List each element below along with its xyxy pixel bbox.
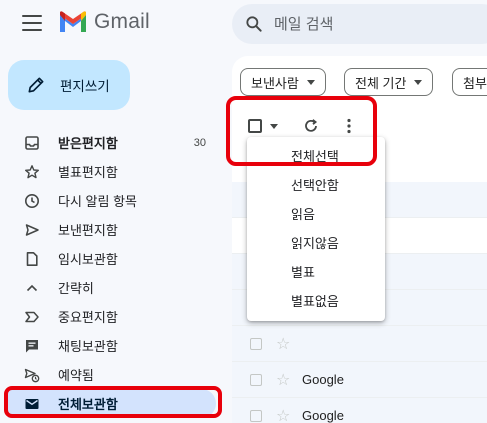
chevron-down-icon	[414, 79, 423, 85]
gmail-m-icon	[60, 11, 86, 32]
filter-sender-chip[interactable]: 보낸사람	[240, 68, 326, 96]
scheduled-send-icon	[24, 367, 40, 383]
select-checkbox[interactable]	[248, 119, 262, 133]
message-sender: Google	[302, 372, 344, 387]
sidebar-nav: 받은편지함 30 별표편지함 다시 알림 항목 보낸편지함 임시보관함 간략히 …	[0, 128, 222, 418]
all-mail-icon	[24, 396, 40, 412]
message-row[interactable]: ☆	[232, 326, 487, 362]
sidebar-item-important[interactable]: 중요편지함	[0, 302, 222, 331]
send-icon	[24, 222, 40, 238]
select-dropdown-menu: 전체선택 선택안함 읽음 읽지않음 별표 별표없음	[247, 137, 385, 321]
sidebar-item-chats[interactable]: 채팅보관함	[0, 331, 222, 360]
sidebar-item-label: 보낸편지함	[58, 223, 118, 238]
filter-date-chip[interactable]: 전체 기간	[344, 68, 434, 96]
sidebar-item-starred[interactable]: 별표편지함	[0, 157, 222, 186]
chevron-down-icon	[306, 79, 315, 85]
sidebar-item-less[interactable]: 간략히	[0, 273, 222, 302]
filter-date-label: 전체 기간	[355, 75, 407, 91]
gmail-logo[interactable]: Gmail	[58, 10, 150, 34]
search-bar[interactable]	[232, 4, 487, 44]
compose-button[interactable]: 편지쓰기	[8, 60, 130, 110]
menu-item-starred[interactable]: 별표	[247, 257, 385, 286]
more-vert-icon[interactable]	[340, 117, 358, 135]
filter-attachment-label: 첨부	[463, 75, 487, 91]
sidebar-item-label: 전체보관함	[58, 397, 118, 412]
message-sender: Google	[302, 408, 344, 423]
sidebar-item-label: 별표편지함	[58, 165, 118, 180]
sidebar-item-scheduled[interactable]: 예약됨	[0, 360, 222, 389]
menu-item-select-none[interactable]: 선택안함	[247, 170, 385, 199]
sidebar-item-drafts[interactable]: 임시보관함	[0, 244, 222, 273]
sidebar-item-label: 예약됨	[58, 368, 94, 383]
clock-icon	[24, 193, 40, 209]
sidebar-item-label: 임시보관함	[58, 252, 118, 267]
star-icon	[24, 164, 40, 180]
important-icon	[24, 309, 40, 325]
gmail-app: Gmail 편지쓰기 받은편지함 30 별표편지함	[0, 0, 487, 423]
draft-icon	[24, 251, 40, 267]
sidebar-item-inbox[interactable]: 받은편지함 30	[0, 128, 222, 157]
select-menu-caret-icon[interactable]	[270, 124, 278, 129]
unread-count: 30	[193, 136, 206, 149]
chevron-up-icon	[24, 280, 40, 296]
menu-item-unread[interactable]: 읽지않음	[247, 228, 385, 257]
main-menu-icon[interactable]	[22, 15, 42, 31]
sidebar-item-sent[interactable]: 보낸편지함	[0, 215, 222, 244]
pencil-icon	[28, 77, 44, 93]
mail-toolbar	[232, 112, 487, 140]
inbox-icon	[24, 135, 40, 151]
star-icon[interactable]: ☆	[276, 370, 290, 390]
search-icon[interactable]	[244, 14, 264, 34]
menu-item-unstarred[interactable]: 별표없음	[247, 286, 385, 315]
star-icon[interactable]: ☆	[276, 406, 290, 423]
sidebar-item-label: 간략히	[58, 281, 94, 296]
row-checkbox[interactable]	[250, 409, 262, 422]
app-name: Gmail	[94, 10, 150, 33]
sidebar-item-label: 채팅보관함	[58, 339, 118, 354]
sidebar-item-all-mail[interactable]: 전체보관함	[8, 389, 216, 418]
filter-sender-label: 보낸사람	[251, 75, 299, 91]
message-row[interactable]: ☆ Google	[232, 398, 487, 423]
search-input[interactable]	[274, 15, 474, 33]
row-checkbox[interactable]	[250, 337, 262, 350]
star-icon[interactable]: ☆	[276, 334, 290, 354]
menu-item-read[interactable]: 읽음	[247, 199, 385, 228]
menu-item-select-all[interactable]: 전체선택	[247, 141, 385, 170]
sidebar-item-label: 다시 알림 항목	[58, 194, 137, 209]
compose-label: 편지쓰기	[60, 79, 110, 94]
row-checkbox[interactable]	[250, 373, 262, 386]
refresh-icon[interactable]	[302, 117, 320, 135]
message-row[interactable]: ☆ Google	[232, 362, 487, 398]
chat-icon	[24, 338, 40, 354]
sidebar-item-label: 받은편지함	[58, 136, 118, 151]
filter-attachment-chip[interactable]: 첨부	[452, 68, 487, 96]
sidebar-item-label: 중요편지함	[58, 310, 118, 325]
sidebar-item-snoozed[interactable]: 다시 알림 항목	[0, 186, 222, 215]
